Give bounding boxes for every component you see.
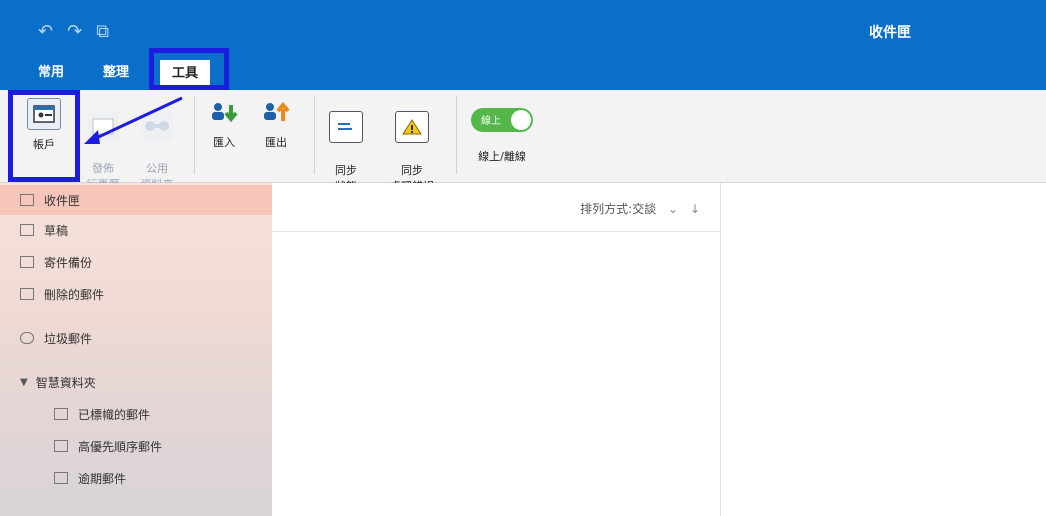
sort-bar: 排列方式:交談 ⌄ ↓: [272, 183, 720, 232]
smart-folders-header[interactable]: ▼ 智慧資料夾: [0, 367, 272, 397]
import-button[interactable]: 匯入: [204, 98, 244, 150]
chevron-down-icon[interactable]: ⌄: [668, 202, 678, 216]
sidebar-item-drafts[interactable]: 草稿: [0, 215, 272, 245]
export-label: 匯出: [265, 136, 287, 149]
export-button[interactable]: 匯出: [256, 98, 296, 150]
calendar-icon: [87, 111, 119, 141]
redo-icon[interactable]: ↷: [67, 22, 82, 42]
sidebar-item-overdue[interactable]: 逾期郵件: [0, 463, 272, 493]
sort-label: 排列方式:交談: [580, 202, 657, 216]
sidebar-item-sent[interactable]: 寄件備份: [0, 247, 272, 277]
sidebar-item-label: 逾期郵件: [78, 471, 127, 486]
ribbon-tabs: 常用 整理 工具: [0, 58, 600, 90]
toggle-knob: [511, 110, 531, 130]
online-toggle[interactable]: 線上: [471, 108, 533, 132]
online-offline-label: 線上/離線: [478, 150, 526, 163]
quick-access-toolbar: ↶ ↷ ⧉: [38, 22, 109, 42]
accounts-button-highlight: [8, 90, 80, 182]
import-label: 匯入: [213, 136, 235, 149]
sync-errors-button[interactable]: 同步 處理錯誤: [384, 98, 440, 194]
folder-icon: [54, 408, 68, 420]
new-window-icon[interactable]: ⧉: [96, 22, 109, 42]
folder-icon: [54, 440, 68, 452]
public-folders-icon: [141, 111, 173, 141]
sidebar-item-label: 收件匣: [44, 193, 81, 208]
sort-control[interactable]: 排列方式:交談 ⌄ ↓: [580, 200, 700, 217]
folder-sidebar: 收件匣 草稿 寄件備份 刪除的郵件 垃圾郵件 ▼ 智慧資料夾 已標幟的郵件 高優…: [0, 183, 272, 516]
tab-home[interactable]: 常用: [38, 58, 64, 88]
window-title: 收件匣: [869, 25, 911, 41]
sync-status-icon: [329, 111, 363, 143]
ribbon-toolbar: 帳戶 發佈 行事曆 公用 資料夾 匯入 匯出 同步 狀態 同步: [0, 90, 1046, 193]
export-icon: [260, 98, 292, 128]
public-folders-button[interactable]: 公用 資料夾: [132, 98, 182, 192]
sidebar-item-high-priority[interactable]: 高優先順序郵件: [0, 431, 272, 461]
folder-icon: [54, 472, 68, 484]
inbox-icon: [20, 194, 34, 206]
tab-organize[interactable]: 整理: [103, 58, 129, 88]
warning-icon: [395, 111, 429, 143]
sidebar-item-label: 已標幟的郵件: [78, 407, 151, 422]
collapse-triangle-icon[interactable]: ▼: [20, 377, 28, 388]
sidebar-item-label: 寄件備份: [44, 255, 93, 270]
ribbon-separator: [194, 96, 195, 174]
sidebar-item-deleted[interactable]: 刪除的郵件: [0, 279, 272, 309]
undo-icon[interactable]: ↶: [38, 22, 53, 42]
reading-pane: [721, 183, 1046, 516]
drafts-icon: [20, 224, 34, 236]
ribbon-separator: [314, 96, 315, 174]
toggle-text: 線上: [481, 116, 501, 127]
sent-icon: [20, 256, 34, 268]
junk-icon: [20, 332, 34, 344]
sort-direction-icon[interactable]: ↓: [690, 202, 700, 216]
sync-status-button[interactable]: 同步 狀態: [326, 98, 366, 194]
sidebar-item-junk[interactable]: 垃圾郵件: [0, 323, 272, 353]
sidebar-item-inbox[interactable]: 收件匣: [0, 185, 272, 215]
tools-tab-highlight: [149, 48, 229, 90]
ribbon-separator: [456, 96, 457, 174]
trash-icon: [20, 288, 34, 300]
sidebar-item-label: 垃圾郵件: [44, 331, 93, 346]
sidebar-item-label: 草稿: [44, 223, 69, 238]
sidebar-item-label: 高優先順序郵件: [78, 439, 163, 454]
smart-folders-label: 智慧資料夾: [35, 375, 96, 390]
publish-calendar-button[interactable]: 發佈 行事曆: [80, 98, 126, 192]
import-icon: [208, 98, 240, 128]
message-list: 排列方式:交談 ⌄ ↓: [272, 183, 721, 516]
sidebar-item-flagged[interactable]: 已標幟的郵件: [0, 399, 272, 429]
sidebar-item-label: 刪除的郵件: [44, 287, 105, 302]
online-offline-button[interactable]: 線上 線上/離線: [462, 98, 542, 164]
